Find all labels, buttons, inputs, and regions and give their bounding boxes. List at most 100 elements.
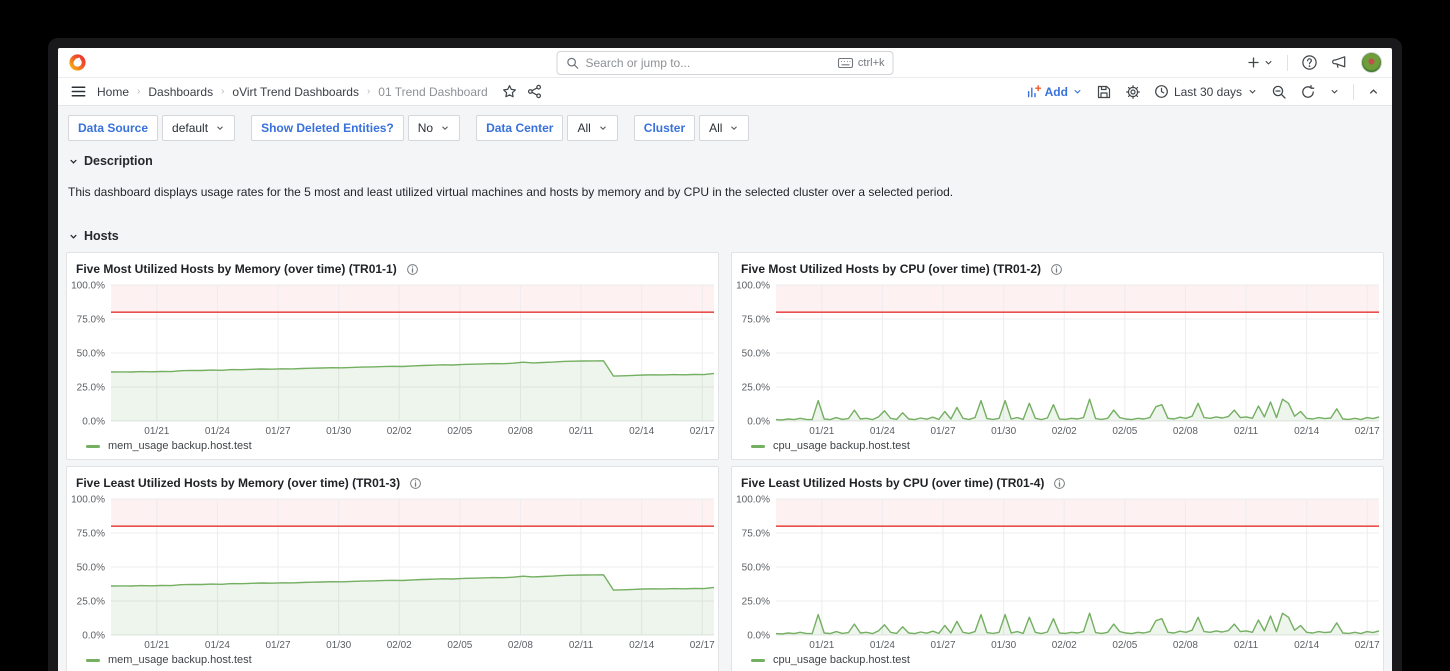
settings-icon[interactable] xyxy=(1125,84,1141,100)
svg-text:01/27: 01/27 xyxy=(266,640,291,651)
time-range-label: Last 30 days xyxy=(1173,84,1242,99)
save-icon[interactable] xyxy=(1096,84,1112,100)
svg-text:0.0%: 0.0% xyxy=(747,631,770,642)
panel-least-memory: Five Least Utilized Hosts by Memory (ove… xyxy=(66,466,719,671)
chevron-down-icon xyxy=(68,231,79,242)
menu-icon[interactable] xyxy=(70,83,87,100)
svg-text:02/17: 02/17 xyxy=(1355,640,1380,651)
variable-label: Cluster xyxy=(633,115,696,141)
variable-value-dropdown[interactable]: default xyxy=(162,115,236,141)
breadcrumb-home[interactable]: Home xyxy=(97,85,129,99)
zoom-out-icon[interactable] xyxy=(1271,84,1287,100)
panel-title[interactable]: Five Least Utilized Hosts by Memory (ove… xyxy=(76,476,400,490)
info-icon[interactable] xyxy=(406,263,419,276)
add-button[interactable]: Add xyxy=(1026,84,1083,99)
description-text: This dashboard displays usage rates for … xyxy=(68,185,954,199)
variable-label: Data Source xyxy=(68,115,159,141)
panels-grid: Five Most Utilized Hosts by Memory (over… xyxy=(66,252,1384,671)
legend-series-label[interactable]: mem_usage backup.host.test xyxy=(108,440,252,452)
keyboard-icon xyxy=(838,57,854,69)
legend-series-label[interactable]: mem_usage backup.host.test xyxy=(108,654,252,666)
panel-title[interactable]: Five Least Utilized Hosts by CPU (over t… xyxy=(741,476,1044,490)
svg-text:01/27: 01/27 xyxy=(931,426,956,437)
refresh-interval-chevron-icon[interactable] xyxy=(1329,86,1340,97)
info-icon[interactable] xyxy=(409,477,422,490)
variable-value-dropdown[interactable]: No xyxy=(407,115,461,141)
svg-text:01/30: 01/30 xyxy=(991,640,1016,651)
legend-series-dash xyxy=(86,444,100,448)
variable-label: Data Center xyxy=(476,115,564,141)
panel-least-cpu: Five Least Utilized Hosts by CPU (over t… xyxy=(731,466,1384,671)
top-nav: Search or jump to... ctrl+k xyxy=(58,48,1392,78)
panel-most-memory: Five Most Utilized Hosts by Memory (over… xyxy=(66,252,719,460)
svg-text:01/24: 01/24 xyxy=(205,640,230,651)
new-button[interactable] xyxy=(1246,55,1274,70)
share-icon[interactable] xyxy=(527,84,542,99)
variable-cluster: Cluster All xyxy=(633,115,750,141)
svg-text:02/14: 02/14 xyxy=(1294,426,1319,437)
timeseries-chart[interactable]: 0.0% 25.0% 50.0% 75.0% 100.0% 01/21 01/24 01/27… xyxy=(732,491,1383,652)
variable-value-dropdown[interactable]: All xyxy=(567,115,618,141)
panel-title[interactable]: Five Most Utilized Hosts by Memory (over… xyxy=(76,262,397,276)
svg-text:02/05: 02/05 xyxy=(1112,426,1137,437)
svg-text:02/08: 02/08 xyxy=(508,640,533,651)
svg-text:75.0%: 75.0% xyxy=(77,529,105,540)
toolbar-divider xyxy=(1353,83,1354,100)
svg-text:01/24: 01/24 xyxy=(870,426,895,437)
svg-text:01/30: 01/30 xyxy=(326,426,351,437)
svg-text:25.0%: 25.0% xyxy=(77,383,105,394)
collapse-up-icon[interactable] xyxy=(1367,85,1380,98)
panel-title[interactable]: Five Most Utilized Hosts by CPU (over ti… xyxy=(741,262,1041,276)
svg-text:0.0%: 0.0% xyxy=(82,631,105,642)
svg-text:75.0%: 75.0% xyxy=(742,529,770,540)
chevron-down-icon xyxy=(729,123,739,133)
grafana-logo[interactable] xyxy=(68,53,87,72)
svg-text:02/08: 02/08 xyxy=(1173,640,1198,651)
variable-value-dropdown[interactable]: All xyxy=(699,115,750,141)
svg-text:02/17: 02/17 xyxy=(690,640,715,651)
timeseries-chart[interactable]: 0.0% 25.0% 50.0% 75.0% 100.0% 01/21 01/24 01/27… xyxy=(67,277,718,438)
info-icon[interactable] xyxy=(1053,477,1066,490)
svg-text:75.0%: 75.0% xyxy=(77,315,105,326)
breadcrumb-dashboards[interactable]: Dashboards xyxy=(148,85,213,99)
section-hosts[interactable]: Hosts xyxy=(68,229,1384,243)
svg-text:01/21: 01/21 xyxy=(809,426,834,437)
svg-text:75.0%: 75.0% xyxy=(742,315,770,326)
svg-text:25.0%: 25.0% xyxy=(77,597,105,608)
svg-text:50.0%: 50.0% xyxy=(742,349,770,360)
svg-text:50.0%: 50.0% xyxy=(742,563,770,574)
time-range-picker[interactable]: Last 30 days xyxy=(1154,84,1258,99)
legend-series-dash xyxy=(751,444,765,448)
svg-text:02/02: 02/02 xyxy=(1052,640,1077,651)
breadcrumb-folder[interactable]: oVirt Trend Dashboards xyxy=(232,85,359,99)
svg-text:02/08: 02/08 xyxy=(508,426,533,437)
star-icon[interactable] xyxy=(502,84,517,99)
refresh-icon[interactable] xyxy=(1300,84,1316,100)
search-input[interactable]: Search or jump to... ctrl+k xyxy=(556,50,894,75)
chevron-down-icon xyxy=(440,123,450,133)
svg-text:02/17: 02/17 xyxy=(1355,426,1380,437)
svg-text:01/21: 01/21 xyxy=(809,640,834,651)
user-avatar[interactable] xyxy=(1361,52,1382,73)
info-icon[interactable] xyxy=(1050,263,1063,276)
svg-text:02/05: 02/05 xyxy=(447,426,472,437)
svg-text:01/27: 01/27 xyxy=(266,426,291,437)
section-description[interactable]: Description xyxy=(68,154,1384,168)
legend-series-label[interactable]: cpu_usage backup.host.test xyxy=(773,440,910,452)
timeseries-chart[interactable]: 0.0% 25.0% 50.0% 75.0% 100.0% 01/21 01/24 01/27… xyxy=(67,491,718,652)
plus-icon xyxy=(1246,55,1261,70)
svg-text:50.0%: 50.0% xyxy=(77,349,105,360)
variable-label: Show Deleted Entities? xyxy=(251,115,404,141)
legend-series-label[interactable]: cpu_usage backup.host.test xyxy=(773,654,910,666)
search-shortcut: ctrl+k xyxy=(857,56,885,69)
grafana-app: Search or jump to... ctrl+k Home › Dashb… xyxy=(58,48,1392,671)
dashboard-body: Data Source default Show Deleted Entitie… xyxy=(58,106,1392,671)
variables-row: Data Source default Show Deleted Entitie… xyxy=(68,115,1384,141)
nav-divider xyxy=(1287,54,1288,71)
svg-text:100.0%: 100.0% xyxy=(71,281,105,292)
news-icon[interactable] xyxy=(1331,54,1348,71)
svg-text:100.0%: 100.0% xyxy=(71,495,105,506)
svg-text:02/11: 02/11 xyxy=(1234,426,1259,437)
help-icon[interactable] xyxy=(1301,54,1318,71)
timeseries-chart[interactable]: 0.0% 25.0% 50.0% 75.0% 100.0% 01/21 01/24 01/27… xyxy=(732,277,1383,438)
